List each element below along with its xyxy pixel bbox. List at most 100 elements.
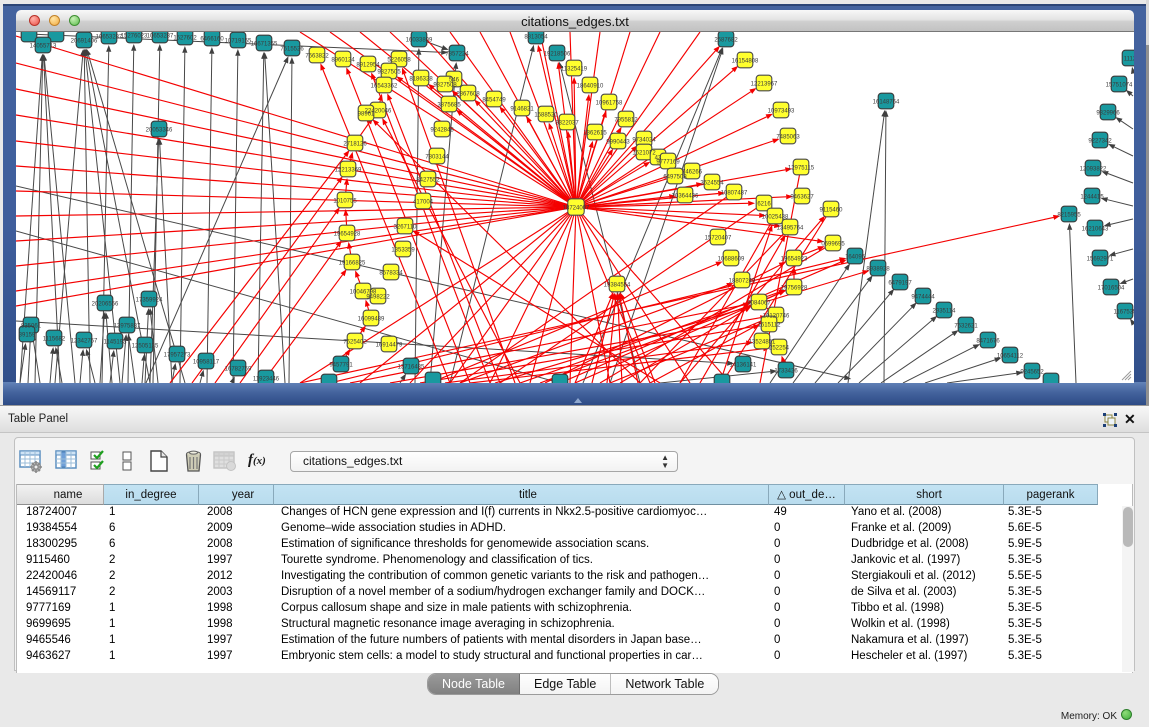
svg-text:16782759: 16782759 — [225, 366, 252, 372]
svg-text:1733426: 1733426 — [774, 368, 798, 374]
svg-text:10961758: 10961758 — [596, 100, 623, 106]
svg-text:1115682: 1115682 — [43, 336, 66, 342]
svg-text:16210643: 16210643 — [1082, 226, 1109, 232]
svg-text:1362615: 1362615 — [583, 130, 607, 136]
svg-text:18807249: 18807249 — [729, 278, 756, 284]
svg-text:13716485: 13716485 — [398, 364, 425, 370]
svg-text:10653287: 10653287 — [147, 33, 174, 39]
svg-text:9734024: 9734024 — [632, 137, 656, 143]
svg-text:8813054: 8813054 — [524, 34, 548, 40]
svg-text:15720407: 15720407 — [705, 235, 732, 241]
svg-text:16033809: 16033809 — [406, 37, 433, 43]
svg-text:9777169: 9777169 — [656, 159, 680, 165]
svg-text:12213369: 12213369 — [335, 167, 362, 173]
svg-text:6479197: 6479197 — [888, 280, 912, 286]
svg-text:8938928: 8938928 — [866, 266, 890, 272]
svg-text:20364436: 20364436 — [672, 193, 699, 199]
svg-text:39159: 39159 — [19, 332, 36, 338]
svg-text:13975887: 13975887 — [114, 323, 141, 329]
svg-text:1145193: 1145193 — [104, 339, 128, 345]
svg-text:8215955: 8215955 — [1057, 212, 1081, 218]
svg-text:746266: 746266 — [682, 169, 703, 175]
svg-text:9990443: 9990443 — [606, 139, 630, 145]
svg-text:9474444: 9474444 — [911, 294, 935, 300]
svg-text:6466160: 6466160 — [200, 36, 224, 42]
svg-text:19756928: 19756928 — [781, 285, 808, 291]
svg-text:2935114: 2935114 — [933, 308, 957, 314]
svg-text:7955812: 7955812 — [614, 117, 638, 123]
svg-text:3875685: 3875685 — [437, 102, 461, 108]
svg-text:1527602: 1527602 — [173, 35, 197, 41]
svg-text:16671355: 16671355 — [251, 41, 278, 47]
svg-text:10958117: 10958117 — [193, 359, 220, 365]
svg-text:19384554: 19384554 — [604, 282, 631, 288]
svg-text:8578334: 8578334 — [379, 270, 403, 276]
svg-text:14136141: 14136141 — [730, 362, 757, 368]
svg-text:7803144: 7803144 — [425, 154, 449, 160]
svg-text:1621072: 1621072 — [632, 150, 656, 156]
svg-text:14055713: 14055713 — [30, 43, 57, 49]
svg-text:16914479: 16914479 — [376, 342, 403, 348]
svg-text:8912954: 8912954 — [356, 62, 380, 68]
svg-text:12213967: 12213967 — [751, 81, 778, 87]
svg-text:19654923: 19654923 — [781, 256, 808, 262]
svg-text:9115460: 9115460 — [820, 207, 844, 213]
svg-text:10120746: 10120746 — [763, 313, 790, 319]
svg-text:1588520: 1588520 — [534, 112, 558, 118]
svg-text:252254: 252254 — [769, 345, 790, 351]
svg-text:16154808: 16154808 — [732, 58, 759, 64]
svg-text:9329966: 9329966 — [1096, 110, 1120, 116]
svg-text:8960124: 8960124 — [331, 57, 355, 63]
svg-text:98961: 98961 — [358, 111, 375, 117]
svg-text:9498222: 9498222 — [366, 294, 390, 300]
svg-text:10719155: 10719155 — [225, 38, 252, 44]
svg-text:10025438: 10025438 — [762, 214, 789, 220]
svg-text:10973493: 10973493 — [768, 108, 795, 114]
svg-text:18640910: 18640910 — [577, 83, 604, 89]
svg-text:5226058: 5226058 — [387, 57, 411, 63]
svg-text:12093822: 12093822 — [1080, 166, 1107, 172]
svg-text:17359924: 17359924 — [136, 297, 163, 303]
svg-text:16148764: 16148764 — [873, 99, 900, 105]
svg-text:16543362: 16543362 — [371, 83, 398, 89]
svg-text:2867608: 2867608 — [456, 91, 480, 97]
svg-text:16099489: 16099489 — [358, 316, 385, 322]
svg-text:9245652: 9245652 — [1020, 369, 1044, 375]
svg-text:8454749: 8454749 — [482, 97, 506, 103]
svg-text:10688609: 10688609 — [718, 256, 745, 262]
svg-text:15692971: 15692971 — [1087, 256, 1114, 262]
svg-text:12505135: 12505135 — [132, 343, 159, 349]
svg-text:1615112: 1615112 — [758, 322, 782, 328]
svg-text:10653287: 10653287 — [96, 34, 123, 40]
svg-text:3267110: 3267110 — [394, 224, 418, 230]
svg-text:20206556: 20206556 — [92, 301, 119, 307]
svg-text:9227342: 9227342 — [1088, 138, 1112, 144]
svg-text:19654928: 19654928 — [334, 231, 361, 237]
svg-text:17957273: 17957273 — [164, 352, 191, 358]
svg-text:3624554: 3624554 — [700, 180, 724, 186]
svg-text:1010755: 1010755 — [333, 198, 357, 204]
svg-text:7515526: 7515526 — [280, 46, 304, 52]
svg-text:2687682: 2687682 — [714, 37, 738, 43]
svg-text:11325419: 11325419 — [561, 66, 588, 72]
svg-text:7663822: 7663822 — [305, 53, 329, 59]
svg-text:164095: 164095 — [845, 254, 866, 260]
svg-text:7632621: 7632621 — [954, 323, 978, 329]
svg-text:19166825: 19166825 — [339, 260, 366, 266]
svg-text:15751074: 15751074 — [1106, 82, 1133, 88]
svg-text:9457791: 9457791 — [329, 362, 353, 368]
svg-text:6216: 6216 — [757, 201, 771, 207]
svg-text:19218506: 19218506 — [544, 51, 571, 57]
svg-text:20691406: 20691406 — [71, 38, 98, 44]
svg-text:8427552: 8427552 — [416, 177, 440, 183]
svg-text:7857224: 7857224 — [445, 51, 469, 57]
svg-text:17016504: 17016504 — [1098, 285, 1125, 291]
svg-text:8186328: 8186328 — [409, 76, 433, 82]
svg-text:1112: 1112 — [1124, 56, 1134, 62]
svg-text:9084067: 9084067 — [747, 300, 771, 306]
svg-text:1167535: 1167535 — [1114, 309, 1134, 315]
svg-text:0699695: 0699695 — [821, 241, 845, 247]
svg-text:15276023: 15276023 — [121, 33, 148, 39]
svg-text:11923446: 11923446 — [253, 376, 280, 382]
svg-text:10807487: 10807487 — [721, 190, 748, 196]
